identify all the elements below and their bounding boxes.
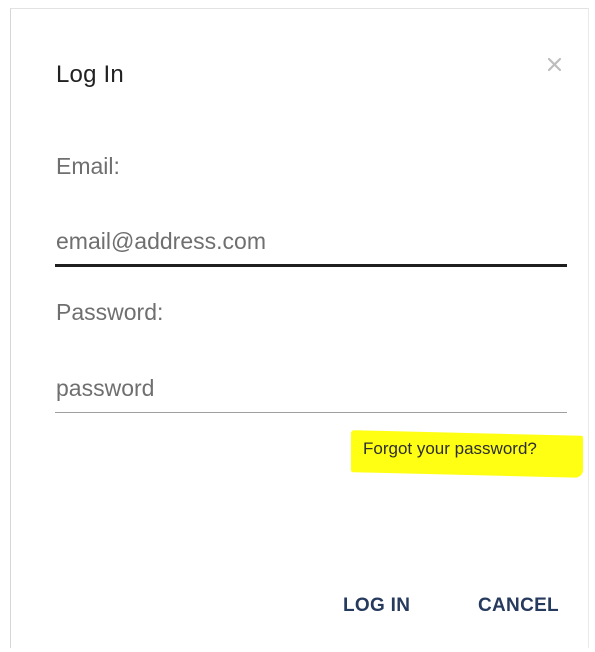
forgot-password-link[interactable]: Forgot your password?	[363, 439, 537, 459]
dialog-title: Log In	[56, 61, 124, 88]
close-icon	[547, 57, 562, 72]
close-button[interactable]	[543, 53, 567, 77]
password-label: Password:	[56, 299, 164, 325]
login-button[interactable]: LOG IN	[343, 591, 410, 621]
login-dialog: Log In Email: Password: Forgot your pass…	[10, 8, 589, 648]
email-field[interactable]	[55, 225, 567, 267]
cancel-button[interactable]: CANCEL	[478, 591, 559, 621]
password-field[interactable]	[55, 371, 567, 413]
email-label: Email:	[56, 153, 120, 179]
